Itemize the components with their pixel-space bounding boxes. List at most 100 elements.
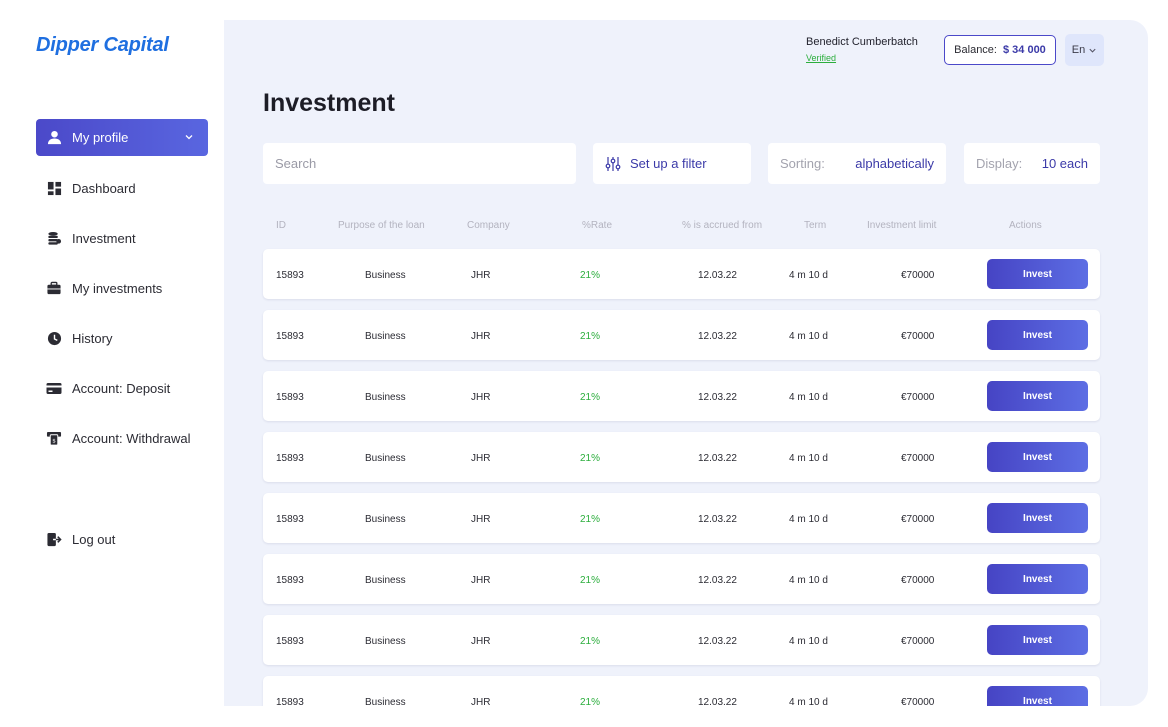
main-panel: Benedict Cumberbatch Verified Balance: $… — [224, 20, 1148, 706]
sidebar-item-my-profile[interactable]: My profile — [36, 119, 208, 156]
filter-sliders-icon — [605, 156, 621, 171]
sidebar-item-label: Account: Deposit — [72, 381, 171, 396]
cell-rate: 21% — [580, 514, 601, 525]
filter-label: Set up a filter — [630, 156, 707, 171]
user-info: Benedict Cumberbatch Verified — [806, 36, 918, 66]
logout-icon — [46, 532, 62, 548]
briefcase-icon — [46, 281, 62, 297]
invest-button[interactable]: Invest — [987, 503, 1088, 533]
logo: Dipper Capital — [36, 34, 169, 56]
sidebar-item-my-investments[interactable]: My investments — [36, 270, 208, 307]
sidebar-item-account-withdrawal[interactable]: $ Account: Withdrawal — [36, 420, 208, 457]
column-header-id: ID — [276, 220, 286, 231]
table-row: 15893 Business JHR 21% 12.03.22 4 m 10 d… — [263, 554, 1100, 604]
cell-limit: €70000 — [901, 697, 935, 706]
cell-purpose: Business — [365, 575, 406, 586]
invest-button[interactable]: Invest — [987, 564, 1088, 594]
column-header-company: Company — [467, 220, 510, 231]
cell-company: JHR — [471, 575, 491, 586]
balance-label: Balance: — [954, 44, 997, 56]
cell-term: 4 m 10 d — [789, 331, 828, 342]
sidebar-item-label: History — [72, 331, 113, 346]
logout-button[interactable]: Log out — [36, 521, 208, 558]
cell-term: 4 m 10 d — [789, 636, 828, 647]
cell-id: 15893 — [276, 514, 304, 525]
cell-purpose: Business — [365, 697, 406, 706]
display-select[interactable]: Display: 10 each — [964, 143, 1100, 184]
cell-company: JHR — [471, 453, 491, 464]
invest-button[interactable]: Invest — [987, 686, 1088, 706]
column-header-actions: Actions — [1009, 220, 1042, 231]
sidebar-item-label: My investments — [72, 281, 163, 296]
cell-rate: 21% — [580, 575, 601, 586]
sidebar: Dipper Capital My profile Dashboard Inve… — [0, 0, 224, 727]
search-box — [263, 143, 576, 184]
cell-company: JHR — [471, 697, 491, 706]
cell-limit: €70000 — [901, 636, 935, 647]
sidebar-item-account-deposit[interactable]: Account: Deposit — [36, 370, 208, 407]
cell-purpose: Business — [365, 453, 406, 464]
chevron-down-icon — [1089, 48, 1096, 53]
search-input[interactable] — [275, 156, 576, 171]
cell-id: 15893 — [276, 575, 304, 586]
cell-id: 15893 — [276, 636, 304, 647]
invest-button[interactable]: Invest — [987, 320, 1088, 350]
table-row: 15893 Business JHR 21% 12.03.22 4 m 10 d… — [263, 493, 1100, 543]
filter-button[interactable]: Set up a filter — [593, 143, 751, 184]
cell-company: JHR — [471, 392, 491, 403]
cell-limit: €70000 — [901, 575, 935, 586]
card-icon — [46, 381, 62, 397]
sidebar-item-label: Account: Withdrawal — [72, 431, 191, 446]
invest-button[interactable]: Invest — [987, 625, 1088, 655]
cell-purpose: Business — [365, 636, 406, 647]
language-value: En — [1071, 44, 1086, 56]
cell-rate: 21% — [580, 697, 601, 706]
column-header-purpose: Purpose of the loan — [338, 220, 425, 231]
cell-id: 15893 — [276, 697, 304, 706]
sorting-value: alphabetically — [855, 156, 934, 171]
cell-rate: 21% — [580, 453, 601, 464]
column-header-term: Term — [804, 220, 827, 231]
cell-accrued: 12.03.22 — [698, 575, 737, 586]
column-header-accrued: % is accrued from — [682, 220, 763, 231]
cell-id: 15893 — [276, 270, 304, 281]
svg-text:$: $ — [52, 439, 56, 445]
sorting-label: Sorting: — [780, 156, 825, 171]
table-row: 15893 Business JHR 21% 12.03.22 4 m 10 d… — [263, 371, 1100, 421]
invest-button[interactable]: Invest — [987, 381, 1088, 411]
sidebar-item-investment[interactable]: Investment — [36, 220, 208, 257]
cell-term: 4 m 10 d — [789, 270, 828, 281]
display-label: Display: — [976, 156, 1023, 171]
cell-limit: €70000 — [901, 453, 935, 464]
sidebar-item-dashboard[interactable]: Dashboard — [36, 170, 208, 207]
sorting-select[interactable]: Sorting: alphabetically — [768, 143, 946, 184]
display-value: 10 each — [1041, 156, 1088, 171]
cell-accrued: 12.03.22 — [698, 453, 737, 464]
cell-rate: 21% — [580, 392, 601, 403]
sidebar-item-label: Dashboard — [72, 181, 136, 196]
cell-term: 4 m 10 d — [789, 453, 828, 464]
sidebar-item-label: Investment — [72, 231, 136, 246]
column-header-limit: Investment limit — [867, 220, 937, 231]
table-row: 15893 Business JHR 21% 12.03.22 4 m 10 d… — [263, 249, 1100, 299]
cell-rate: 21% — [580, 270, 601, 281]
cell-purpose: Business — [365, 392, 406, 403]
dashboard-icon — [46, 181, 62, 197]
cell-purpose: Business — [365, 514, 406, 525]
cell-rate: 21% — [580, 636, 601, 647]
invest-button[interactable]: Invest — [987, 442, 1088, 472]
verified-link[interactable]: Verified — [806, 53, 836, 63]
cell-purpose: Business — [365, 331, 406, 342]
cell-company: JHR — [471, 331, 491, 342]
cell-term: 4 m 10 d — [789, 392, 828, 403]
page-title: Investment — [263, 89, 395, 117]
cell-accrued: 12.03.22 — [698, 697, 737, 706]
sidebar-item-label: My profile — [72, 130, 129, 145]
sidebar-item-history[interactable]: History — [36, 320, 208, 357]
table-row: 15893 Business JHR 21% 12.03.22 4 m 10 d… — [263, 310, 1100, 360]
cell-id: 15893 — [276, 392, 304, 403]
language-select[interactable]: En — [1065, 34, 1104, 66]
invest-button[interactable]: Invest — [987, 259, 1088, 289]
column-header-rate: %Rate — [582, 220, 613, 231]
chevron-down-icon — [184, 130, 194, 145]
